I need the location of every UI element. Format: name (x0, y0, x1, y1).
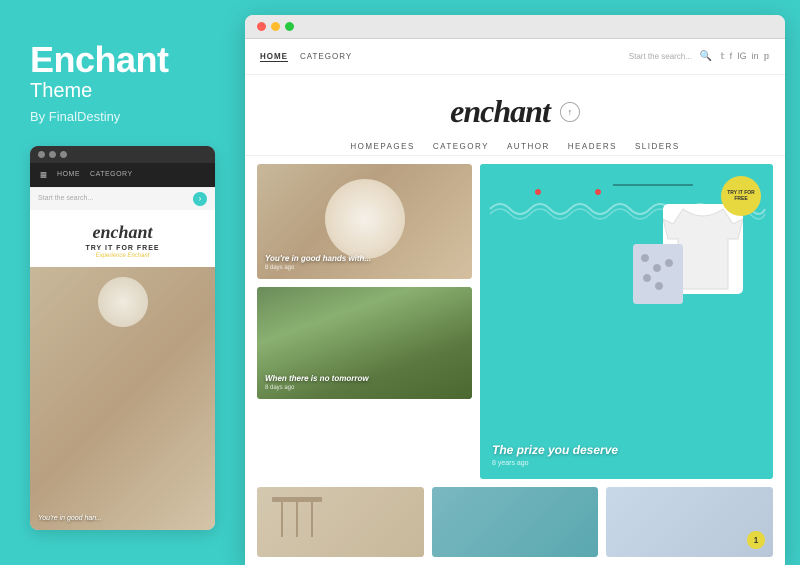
mini-try-button[interactable]: TRY IT FOR FREE (38, 245, 207, 252)
post-1-date: 8 days ago (265, 265, 464, 271)
mini-dot-3 (60, 151, 67, 158)
try-free-label: TRY IT FOR FREE (721, 190, 761, 202)
menu-headers[interactable]: HEADERS (568, 142, 617, 151)
bottom-post-3[interactable]: 1 (606, 487, 773, 557)
mini-dot-2 (49, 151, 56, 158)
bottom-post-badge: 1 (747, 531, 765, 549)
site-logo-badge: ↑ (560, 102, 580, 122)
right-panel: HOME CATEGORY Start the search... 🔍 𝕥 f … (245, 15, 785, 565)
mini-post-caption: You're in good han... (38, 515, 102, 522)
mini-hamburger-icon[interactable]: ≡ (40, 168, 47, 182)
post-large-background: TRY IT FOR FREE The prize you deserve 8 … (480, 164, 773, 479)
hanger-decoration (613, 184, 693, 186)
mini-experience-text: Experience Enchant (38, 253, 207, 259)
browser-maximize-dot (285, 22, 294, 31)
mini-dot-1 (38, 151, 45, 158)
post-1-overlay: You're in good hands with... 8 days ago (265, 254, 464, 271)
post-large-overlay: The prize you deserve 8 years ago (492, 443, 761, 467)
post-large-title: The prize you deserve (492, 443, 761, 457)
post-2-date: 8 days ago (265, 385, 464, 391)
mini-search-button[interactable]: › (193, 192, 207, 206)
post-item-1[interactable]: You're in good hands with... 8 days ago (257, 164, 472, 279)
red-dot-1 (535, 189, 541, 195)
mini-post-bg: You're in good han... (30, 267, 215, 530)
mini-preview: ≡ HOME CATEGORY Start the search... › en… (30, 146, 215, 530)
site-nav-links: HOME CATEGORY (260, 52, 629, 62)
brand-subtitle: Theme (30, 80, 215, 103)
mini-nav-home[interactable]: HOME (57, 171, 80, 178)
bottom-post-1[interactable] (257, 487, 424, 557)
mini-search-bar: Start the search... › (30, 187, 215, 210)
bottom-posts-row: 1 (245, 487, 785, 565)
menu-category[interactable]: CATEGORY (433, 142, 489, 151)
try-free-badge[interactable]: TRY IT FOR FREE (721, 176, 761, 216)
pinterest-icon[interactable]: 𝕡 (764, 51, 770, 62)
bottom-post-2[interactable] (432, 487, 599, 557)
menu-homepages[interactable]: HOMEPAGES (350, 142, 414, 151)
brand-author: By FinalDestiny (30, 109, 215, 124)
site-social-icons: 𝕥 f IG in 𝕡 (720, 51, 770, 62)
mini-browser-bar (30, 146, 215, 163)
posts-grid: You're in good hands with... 8 days ago … (245, 164, 785, 487)
post-2-title: When there is no tomorrow (265, 374, 464, 383)
mini-plate-decoration (98, 277, 148, 327)
linkedin-icon[interactable]: in (752, 51, 759, 62)
site-logo-area: enchant ↑ (245, 75, 785, 138)
website-preview: HOME CATEGORY Start the search... 🔍 𝕥 f … (245, 39, 785, 565)
mini-nav: ≡ HOME CATEGORY (30, 163, 215, 187)
plate-decoration (325, 179, 405, 259)
post-1-title: You're in good hands with... (265, 254, 464, 263)
browser-minimize-dot (271, 22, 280, 31)
bottom-post-1-decoration (267, 487, 327, 557)
site-menu-bar: HOMEPAGES CATEGORY AUTHOR HEADERS SLIDER… (245, 138, 785, 156)
mini-post-image: You're in good han... (30, 267, 215, 530)
red-dot-2 (595, 189, 601, 195)
site-search-placeholder: Start the search... (629, 52, 692, 61)
left-panel: Enchant Theme By FinalDestiny ≡ HOME CAT… (0, 0, 245, 550)
post-item-2[interactable]: When there is no tomorrow 8 days ago (257, 287, 472, 399)
mini-nav-category[interactable]: CATEGORY (90, 171, 133, 178)
post-column-left: You're in good hands with... 8 days ago … (257, 164, 472, 479)
twitter-icon[interactable]: 𝕥 (720, 51, 724, 62)
facebook-icon[interactable]: f (730, 51, 733, 62)
browser-chrome (245, 15, 785, 39)
mini-search-placeholder: Start the search... (38, 195, 193, 202)
site-nav-category[interactable]: CATEGORY (300, 52, 352, 62)
site-nav-home[interactable]: HOME (260, 52, 288, 62)
menu-author[interactable]: AUTHOR (507, 142, 550, 151)
post-large-date: 8 years ago (492, 460, 761, 467)
browser-close-dot (257, 22, 266, 31)
search-icon[interactable]: 🔍 (700, 51, 712, 62)
post-item-large[interactable]: TRY IT FOR FREE The prize you deserve 8 … (480, 164, 773, 479)
mini-logo: enchant (38, 222, 207, 243)
mini-logo-area: enchant TRY IT FOR FREE Experience Encha… (30, 210, 215, 267)
site-logo: enchant (450, 93, 550, 130)
instagram-icon[interactable]: IG (737, 51, 747, 62)
spotted-cloth-decoration (633, 244, 683, 304)
menu-sliders[interactable]: SLIDERS (635, 142, 680, 151)
post-2-overlay: When there is no tomorrow 8 days ago (265, 374, 464, 391)
site-search-area: Start the search... 🔍 (629, 51, 713, 62)
site-navigation: HOME CATEGORY Start the search... 🔍 𝕥 f … (245, 39, 785, 75)
brand-title: Enchant (30, 40, 215, 80)
